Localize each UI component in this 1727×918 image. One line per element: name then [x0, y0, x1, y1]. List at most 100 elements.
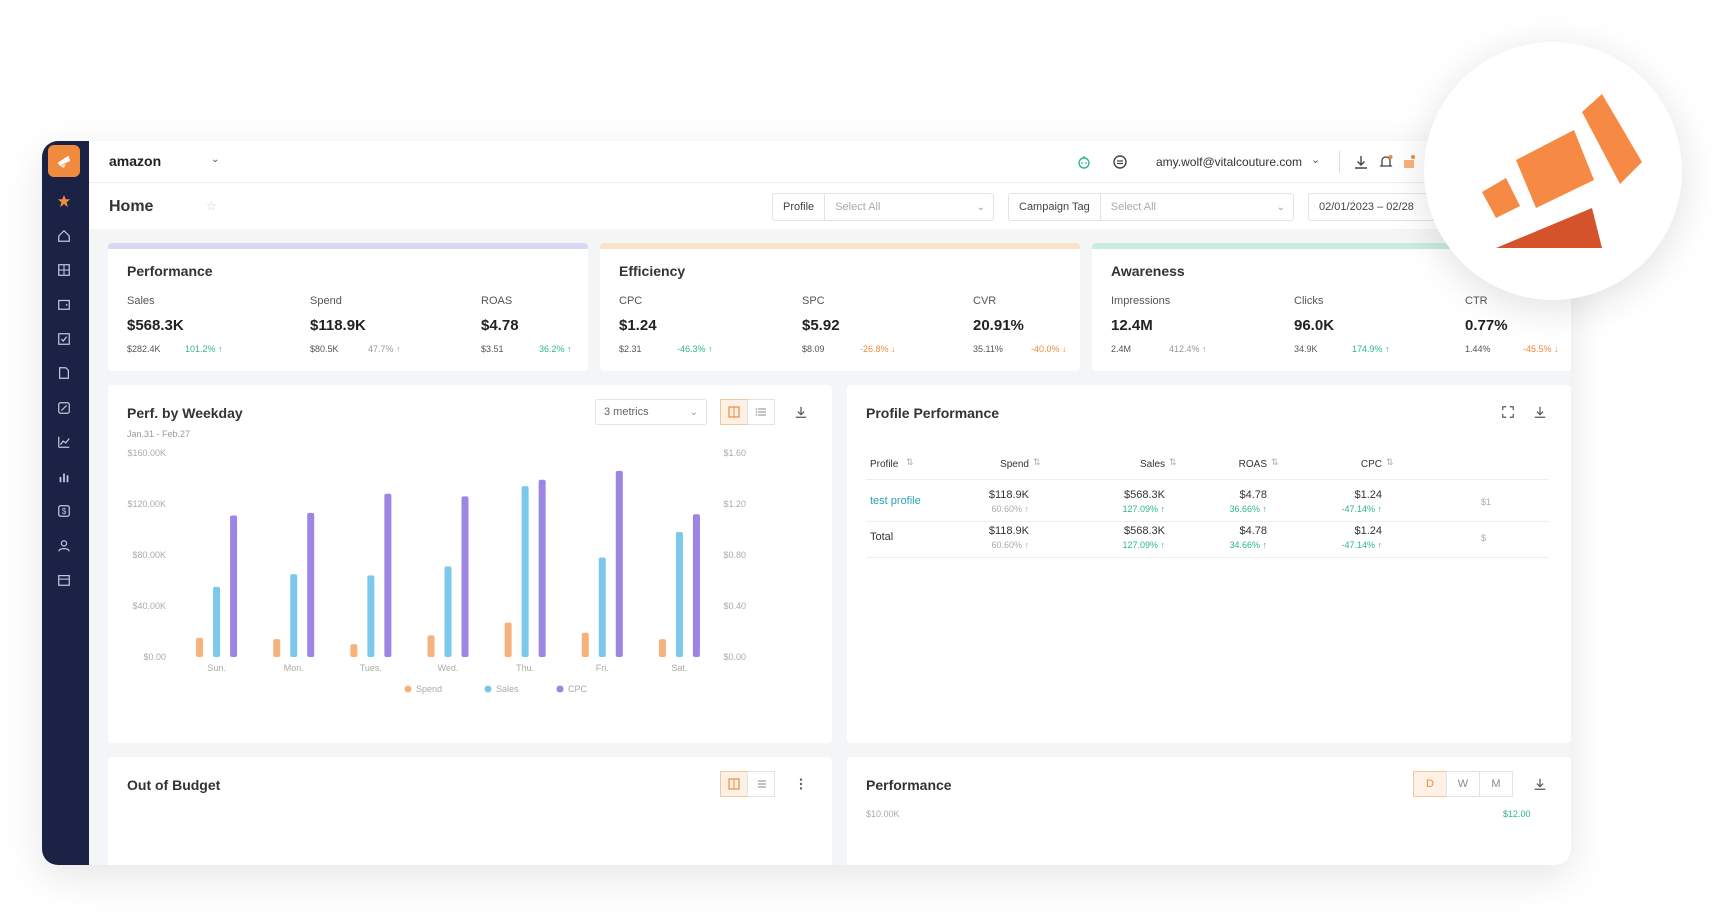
metric-value: $568.3K	[127, 317, 184, 334]
list-icon	[755, 408, 766, 416]
checkbox-icon[interactable]	[54, 329, 74, 349]
favorite-star-icon[interactable]: ☆	[206, 199, 217, 213]
sort-icon[interactable]: ⇅	[1169, 457, 1177, 468]
metric-value: 0.77%	[1465, 317, 1508, 334]
download-icon[interactable]	[1351, 152, 1371, 172]
weekday-card: Perf. by Weekday Jan.31 - Feb.27 3 metri…	[108, 385, 832, 743]
megaphone-logo-icon	[1482, 94, 1642, 248]
profile-link[interactable]: test profile	[870, 495, 921, 507]
bar-chart-icon[interactable]	[54, 467, 74, 487]
x-axis-tick: Tues.	[360, 663, 382, 673]
card-title: Performance	[127, 263, 213, 279]
sync-icon[interactable]	[1110, 152, 1130, 172]
trend-arrow-icon: ↑	[1262, 540, 1268, 550]
store-brand[interactable]: amazon	[109, 153, 161, 169]
edit-icon[interactable]	[54, 398, 74, 418]
column-header-spend[interactable]: Spend	[989, 459, 1029, 470]
chevron-down-icon: ⌄	[689, 406, 698, 418]
app-logo[interactable]	[48, 145, 80, 177]
sort-icon[interactable]: ⇅	[906, 457, 914, 468]
metric-previous: 1.44%	[1465, 344, 1491, 354]
x-axis-tick: Sat.	[671, 663, 687, 673]
bar-cpc-thu	[538, 479, 546, 657]
star-icon[interactable]	[54, 191, 74, 211]
column-header-sales[interactable]: Sales	[1125, 459, 1165, 470]
profile-filter[interactable]: Profile Select All ⌄	[772, 193, 994, 221]
change-value: 101.2%	[185, 344, 216, 354]
range-month-button[interactable]: M	[1479, 771, 1513, 797]
download-icon[interactable]	[1531, 775, 1549, 793]
home-icon[interactable]	[54, 226, 74, 246]
metric-change: 174.9% ↑	[1352, 344, 1390, 354]
column-header-roas[interactable]: ROAS	[1227, 459, 1267, 470]
profile-performance-card: Profile Performance Profile ⇅ Spend ⇅ Sales ⇅…	[847, 385, 1571, 743]
chevron-down-icon[interactable]: ⌄	[1311, 153, 1320, 166]
y-axis-right-tick: $0.80	[723, 550, 746, 560]
metric-change: 101.2% ↑	[185, 344, 223, 354]
divider	[866, 521, 1549, 522]
chart-view-button[interactable]	[720, 399, 748, 425]
users-icon[interactable]	[54, 536, 74, 556]
campaign-tag-filter[interactable]: Campaign Tag Select All ⌄	[1008, 193, 1294, 221]
bar-sales-fri	[598, 557, 606, 657]
trend-arrow-icon: ↑	[708, 344, 713, 354]
dollar-icon[interactable]: $	[54, 501, 74, 521]
bar-cpc-mon	[307, 512, 315, 657]
sort-icon[interactable]: ⇅	[1271, 457, 1279, 468]
sort-icon[interactable]: ⇅	[1386, 457, 1394, 468]
bar-spend-fri	[581, 632, 589, 657]
expand-icon[interactable]	[1499, 403, 1517, 421]
bell-icon[interactable]	[1376, 152, 1396, 172]
change-value: -47.14%	[1341, 504, 1375, 514]
metric-previous: 34.9K	[1294, 344, 1318, 354]
chart-view-button[interactable]	[720, 771, 748, 797]
more-vertical-icon[interactable]	[792, 775, 810, 793]
cell-spend: $118.9K	[988, 489, 1029, 501]
cell-cpc-change: -47.14% ↑	[1312, 504, 1382, 514]
cell-spend: $118.9K	[988, 525, 1029, 537]
user-email[interactable]: amy.wolf@vitalcouture.com	[1156, 155, 1302, 169]
line-chart-icon[interactable]	[54, 432, 74, 452]
y-axis-right-tick: $1.20	[723, 499, 746, 509]
calendar-icon[interactable]	[54, 570, 74, 590]
download-icon[interactable]	[1531, 403, 1549, 421]
y-axis-right-tick: $1.60	[723, 448, 746, 458]
change-value: 127.09%	[1122, 540, 1158, 550]
legend-swatch-cpc	[556, 685, 564, 693]
x-axis-tick: Thu.	[516, 663, 534, 673]
range-day-button[interactable]: D	[1413, 771, 1447, 797]
metrics-dropdown[interactable]: 3 metrics ⌄	[595, 399, 707, 425]
trend-arrow-icon: ↓	[1554, 344, 1559, 354]
change-value: 34.66%	[1229, 540, 1260, 550]
grid-icon[interactable]	[54, 260, 74, 280]
column-header-profile[interactable]: Profile	[870, 459, 898, 470]
card-accent-strip	[108, 243, 588, 249]
download-icon[interactable]	[792, 403, 810, 421]
metric-previous: $2.31	[619, 344, 642, 354]
wallet-icon[interactable]	[54, 294, 74, 314]
cell-overflow: $	[1481, 533, 1487, 543]
table-view-button[interactable]	[747, 399, 775, 425]
metric-change: 47.7% ↑	[368, 344, 401, 354]
card-title: Profile Performance	[866, 405, 1000, 421]
trend-arrow-icon: ↑	[1377, 504, 1383, 514]
range-week-button[interactable]: W	[1446, 771, 1480, 797]
sort-icon[interactable]: ⇅	[1033, 457, 1041, 468]
chart-view-icon	[728, 406, 740, 418]
chevron-down-icon[interactable]: ⌄	[211, 154, 219, 165]
legend-label-spend: Spend	[416, 684, 442, 694]
column-header-cpc[interactable]: CPC	[1342, 459, 1382, 470]
trend-arrow-icon: ↑	[567, 344, 572, 354]
bar-spend-sat	[658, 639, 666, 657]
metric-label: Impressions	[1111, 295, 1171, 307]
y-axis-right-tick: $0.40	[723, 601, 746, 611]
metric-previous: $8.09	[802, 344, 825, 354]
document-icon[interactable]	[54, 363, 74, 383]
metric-value: 12.4M	[1111, 317, 1153, 334]
cell-sales-change: 127.09% ↑	[1095, 540, 1165, 550]
card-title: Efficiency	[619, 263, 686, 279]
table-view-button[interactable]	[747, 771, 775, 797]
robot-icon[interactable]	[1074, 152, 1094, 172]
gift-icon[interactable]	[1399, 152, 1419, 172]
filter-value: Select All	[835, 201, 881, 213]
